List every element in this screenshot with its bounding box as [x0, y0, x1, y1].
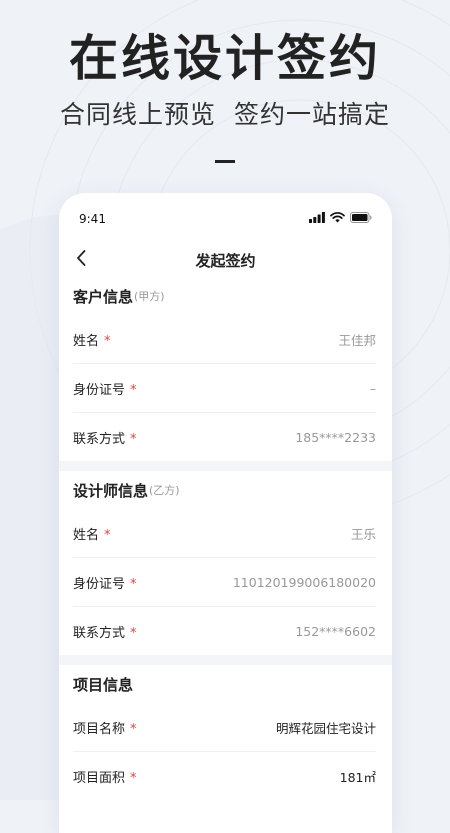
- required-mark: *: [130, 721, 137, 737]
- customer-section: 客户信息 (甲方) 姓名 * 王佳邦 身份证号 * – 联系方式 * 185****2…: [59, 277, 392, 461]
- customer-phone-value: 185****2233: [295, 429, 376, 445]
- field-label: 身份证号 *: [73, 382, 137, 398]
- nav-title: 发起签约: [195, 252, 256, 270]
- customer-section-title: 客户信息: [73, 287, 134, 306]
- hero-divider: [215, 160, 235, 163]
- hero-title: 在线设计签约: [68, 30, 381, 87]
- project-area-value: 181㎡: [339, 769, 376, 785]
- project-section-header: 项目信息: [73, 665, 376, 703]
- status-icons: [309, 212, 372, 223]
- project-section-title: 项目信息: [73, 675, 134, 694]
- customer-id-row[interactable]: 身份证号 * –: [73, 364, 376, 413]
- customer-phone-row[interactable]: 联系方式 * 185****2233: [73, 413, 376, 461]
- customer-name-value: 王佳邦: [338, 332, 376, 348]
- field-label: 项目名称 *: [73, 721, 137, 737]
- field-label: 姓名 *: [73, 333, 111, 349]
- customer-id-value: –: [369, 380, 376, 396]
- customer-section-subtitle: (甲方): [134, 290, 165, 303]
- phone-mockup: 9:41 发起签约 客户信息 (甲方) 姓名 * 王佳邦 身份证号 * – 联系…: [59, 193, 392, 833]
- field-label: 身份证号 *: [73, 576, 137, 592]
- required-mark: *: [130, 625, 137, 641]
- field-label: 联系方式 *: [73, 431, 137, 447]
- required-mark: *: [104, 333, 111, 349]
- customer-section-header: 客户信息 (甲方): [73, 277, 376, 315]
- signal-icon: [309, 212, 325, 223]
- field-label: 姓名 *: [73, 527, 111, 543]
- nav-bar: 发起签约: [59, 243, 392, 277]
- required-mark: *: [130, 431, 137, 447]
- field-label: 项目面积 *: [73, 770, 137, 786]
- wifi-icon: [330, 212, 345, 223]
- project-name-value: 明辉花园住宅设计: [275, 720, 376, 736]
- project-area-row[interactable]: 项目面积 * 181㎡: [73, 752, 376, 800]
- hero-subtitle: 合同线上预览 签约一站搞定: [60, 100, 390, 129]
- designer-id-row[interactable]: 身份证号 * 110120199006180020: [73, 558, 376, 607]
- required-mark: *: [130, 382, 137, 398]
- designer-section-subtitle: (乙方): [149, 484, 180, 497]
- section-divider: [59, 461, 392, 471]
- customer-name-row[interactable]: 姓名 * 王佳邦: [73, 315, 376, 364]
- required-mark: *: [130, 770, 137, 786]
- battery-icon: [350, 212, 372, 223]
- status-time: 9:41: [79, 212, 106, 226]
- designer-name-value: 王乐: [350, 526, 376, 542]
- required-mark: *: [104, 527, 111, 543]
- designer-phone-value: 152****6602: [295, 623, 376, 639]
- section-divider: [59, 655, 392, 665]
- designer-name-row[interactable]: 姓名 * 王乐: [73, 509, 376, 558]
- designer-section-title: 设计师信息: [73, 481, 149, 500]
- designer-phone-row[interactable]: 联系方式 * 152****6602: [73, 607, 376, 655]
- designer-section: 设计师信息 (乙方) 姓名 * 王乐 身份证号 * 1101201990061800…: [59, 471, 392, 655]
- designer-section-header: 设计师信息 (乙方): [73, 471, 376, 509]
- project-section: 项目信息 项目名称 * 明辉花园住宅设计 项目面积 * 181㎡: [59, 665, 392, 800]
- status-bar: 9:41: [59, 193, 392, 243]
- designer-id-value: 110120199006180020: [232, 574, 376, 590]
- required-mark: *: [130, 576, 137, 592]
- field-label: 联系方式 *: [73, 625, 137, 641]
- project-name-row[interactable]: 项目名称 * 明辉花园住宅设计: [73, 703, 376, 752]
